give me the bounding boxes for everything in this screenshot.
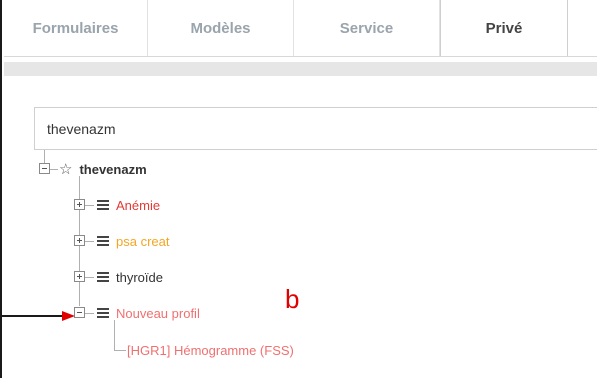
tree-item-nouveau-profil[interactable]: Nouveau profil xyxy=(97,303,200,323)
tree-item-label: Anémie xyxy=(116,197,161,213)
list-icon xyxy=(97,236,109,246)
expand-toggle-icon[interactable] xyxy=(74,235,85,246)
tree-item-psa-creat[interactable]: psa creat xyxy=(97,231,169,251)
list-icon xyxy=(97,308,109,318)
annotation-letter: b xyxy=(285,284,300,314)
tree-leaf-label: [HGR1] Hémogramme (FSS) xyxy=(127,342,294,358)
expand-toggle-icon[interactable] xyxy=(74,271,85,282)
tree-root-node[interactable]: ☆ thevenazm xyxy=(59,159,147,179)
tree-connector xyxy=(114,320,115,350)
expand-toggle-icon[interactable] xyxy=(74,199,85,210)
tab-bar-filler xyxy=(568,0,597,56)
tree-root-label: thevenazm xyxy=(79,161,147,177)
tree-connector xyxy=(114,350,126,351)
collapse-toggle-icon[interactable] xyxy=(39,163,50,174)
tab-prive[interactable]: Privé xyxy=(440,0,568,56)
tab-formulaires[interactable]: Formulaires xyxy=(4,0,148,56)
list-icon xyxy=(97,200,109,210)
tree-item-anemie[interactable]: Anémie xyxy=(97,195,160,215)
tree-connector xyxy=(85,205,94,206)
tree-connector xyxy=(50,169,58,170)
tree-connector xyxy=(44,150,45,163)
tree-leaf-hemogramme[interactable]: [HGR1] Hémogramme (FSS) xyxy=(127,340,294,360)
search-input[interactable] xyxy=(34,107,597,150)
tree-connector xyxy=(85,313,94,314)
tab-service[interactable]: Service xyxy=(294,0,440,56)
tab-modeles[interactable]: Modèles xyxy=(148,0,294,56)
tree-item-label: Nouveau profil xyxy=(116,305,200,321)
arrow-right-icon xyxy=(0,311,75,321)
tree-item-thyroide[interactable]: thyroïde xyxy=(97,267,163,287)
collapse-toggle-icon[interactable] xyxy=(74,307,85,318)
tree-connector xyxy=(85,277,94,278)
tab-bar: Formulaires Modèles Service Privé xyxy=(4,0,597,57)
toolbar-strip xyxy=(4,62,597,76)
tree-connector xyxy=(85,241,94,242)
tree-item-label: thyroïde xyxy=(116,269,163,285)
list-icon xyxy=(97,272,109,282)
star-icon: ☆ xyxy=(59,160,73,178)
profile-panel: Formulaires Modèles Service Privé ☆ thev… xyxy=(0,0,597,378)
tree-item-label: psa creat xyxy=(116,233,170,249)
